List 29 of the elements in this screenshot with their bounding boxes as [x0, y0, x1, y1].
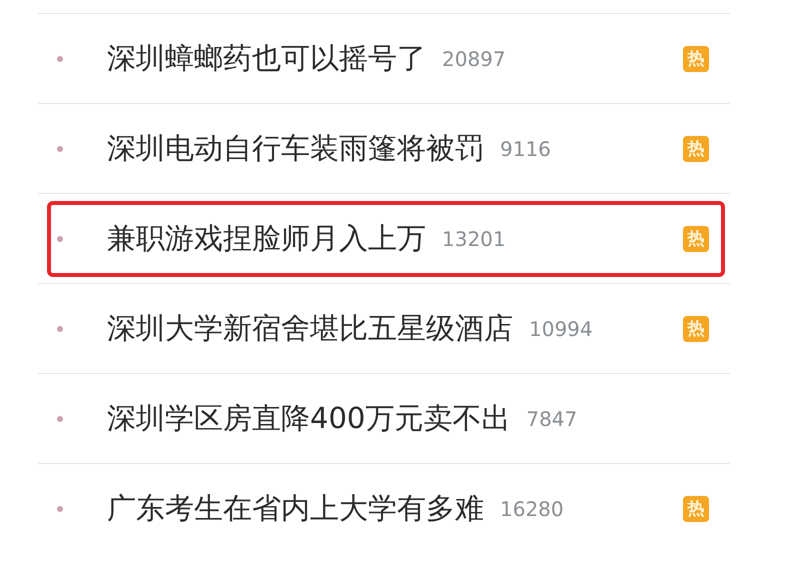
list-item[interactable]: 深圳蟑螂药也可以摇号了 20897 热 — [47, 20, 725, 96]
topic-title: 深圳学区房直降400万元卖不出 — [107, 400, 510, 436]
list-item[interactable]: 广东考生在省内上大学有多难 16280 热 — [47, 470, 725, 546]
bullet-icon — [57, 56, 63, 62]
search-count: 7847 — [526, 406, 578, 430]
bullet-icon — [57, 236, 63, 242]
highlight-frame[interactable]: 兼职游戏捏脸师月入上万 13201 热 — [47, 200, 725, 276]
bullet-icon — [57, 146, 63, 152]
hot-badge: 热 — [683, 46, 709, 72]
search-count: 10994 — [529, 316, 593, 340]
hot-badge: 热 — [683, 226, 709, 252]
topic-title: 深圳蟑螂药也可以摇号了 — [107, 40, 426, 76]
topic-title: 广东考生在省内上大学有多难 — [107, 490, 484, 526]
topic-title: 深圳大学新宿舍堪比五星级酒店 — [107, 310, 513, 346]
list-item[interactable]: 深圳大学新宿舍堪比五星级酒店 10994 热 — [47, 290, 725, 366]
bullet-icon — [57, 326, 63, 332]
list-item[interactable]: 深圳学区房直降400万元卖不出 7847 — [47, 380, 725, 456]
topic-title: 兼职游戏捏脸师月入上万 — [107, 220, 426, 256]
search-count: 13201 — [442, 226, 506, 250]
hot-badge: 热 — [683, 496, 709, 522]
list-item[interactable]: 深圳电动自行车装雨篷将被罚 9116 热 — [47, 110, 725, 186]
topic-title: 深圳电动自行车装雨篷将被罚 — [107, 130, 484, 166]
search-count: 16280 — [500, 496, 564, 520]
search-count: 20897 — [442, 46, 506, 70]
hot-badge: 热 — [683, 136, 709, 162]
bullet-icon — [57, 506, 63, 512]
hot-badge: 热 — [683, 316, 709, 342]
search-count: 9116 — [500, 136, 551, 160]
bullet-icon — [57, 416, 63, 422]
